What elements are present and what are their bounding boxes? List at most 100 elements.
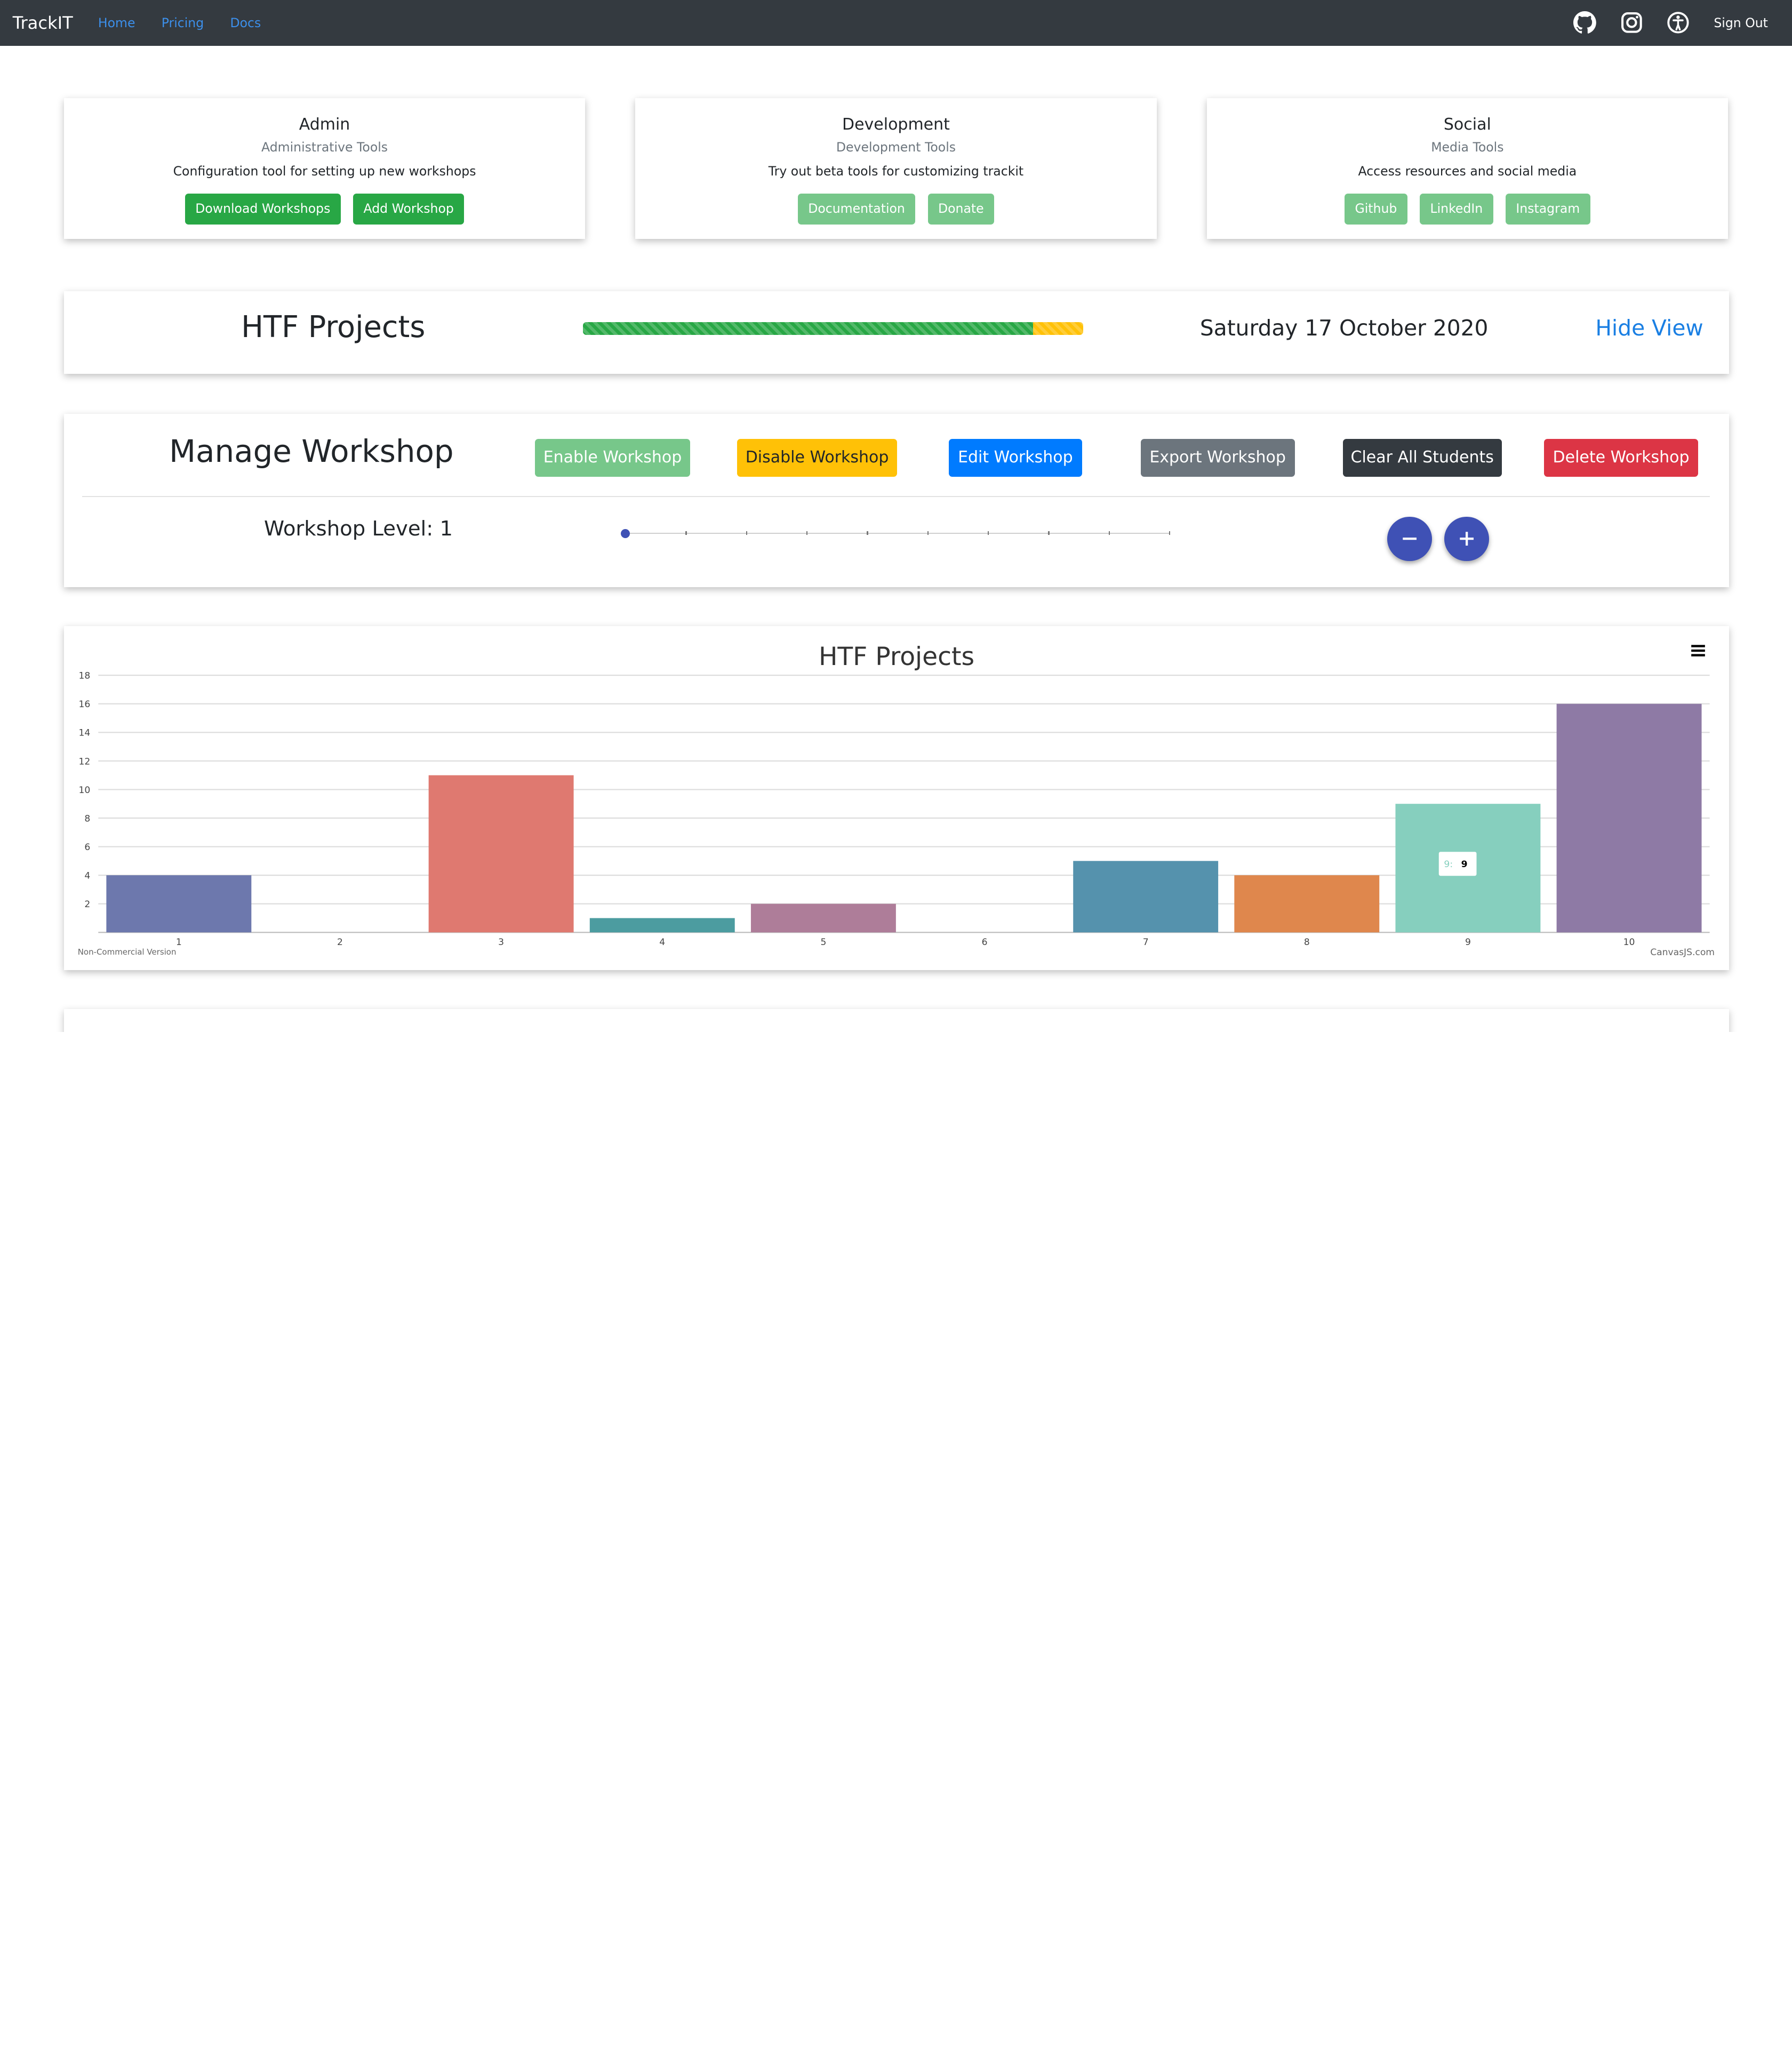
github-button[interactable]: Github <box>1345 194 1407 225</box>
documentation-button[interactable]: Documentation <box>797 194 916 225</box>
slider-tick <box>685 531 687 535</box>
development-card: Development Development Tools Try out be… <box>635 98 1157 239</box>
chart-title: HTF Projects <box>818 642 975 672</box>
y-tick-label: 18 <box>78 671 90 682</box>
slider-tick <box>806 531 808 535</box>
y-tick-label: 8 <box>84 814 90 825</box>
navbar: TrackIT Home Pricing Docs Sign Out <box>0 0 1792 46</box>
card-title: Social <box>1443 115 1491 134</box>
slider-tick <box>988 531 989 535</box>
add-workshop-button[interactable]: Add Workshop <box>353 194 465 225</box>
slider-tick <box>867 531 868 535</box>
instagram-button[interactable]: Instagram <box>1506 194 1590 225</box>
instagram-icon[interactable] <box>1620 11 1643 34</box>
manage-workshop-card: Manage Workshop Enable Workshop Disable … <box>63 413 1730 588</box>
chart-bar[interactable] <box>1073 861 1219 933</box>
card-button-row: Download Workshops Add Workshop <box>64 194 585 225</box>
chart-menu-icon[interactable] <box>1690 642 1706 658</box>
htf-projects-chart-card: 2 4 6 8 10 12 14 16 18 1 2 3 4 5 6 7 8 9 10 9: 9 HTF Project… <box>63 626 1730 971</box>
sign-out-link[interactable]: Sign Out <box>1714 15 1768 30</box>
chart-bar[interactable] <box>1556 703 1702 933</box>
y-tick-label: 2 <box>84 899 90 910</box>
workshop-level-slider[interactable] <box>625 532 1170 534</box>
card-subtitle: Development Tools <box>836 140 956 155</box>
credit-right[interactable]: CanvasJS.com <box>1650 947 1715 958</box>
enable-workshop-button[interactable]: Enable Workshop <box>534 438 691 477</box>
github-icon[interactable] <box>1573 11 1596 34</box>
x-tick-label: 5 <box>820 937 826 948</box>
card-button-row: Github LinkedIn Instagram <box>1207 194 1728 225</box>
workshop-progress-bar <box>582 322 1084 335</box>
card-button-row: Documentation Donate <box>635 194 1156 225</box>
current-date: Saturday 17 October 2020 <box>1199 315 1489 341</box>
tooltip-value: 9 <box>1461 859 1468 870</box>
divider <box>82 495 1710 498</box>
bar-chart: 246810121416181 2 3 4 5 6 7 8 9 109: 9 <box>78 671 1710 948</box>
decrease-level-button[interactable] <box>1387 516 1432 562</box>
x-tick-label: 7 <box>1143 937 1149 948</box>
card-subtitle: Media Tools <box>1431 140 1504 155</box>
card-description: Try out beta tools for customizing track… <box>768 164 1024 179</box>
card-title: Admin <box>299 115 350 134</box>
y-tick-label: 4 <box>84 871 90 882</box>
edit-workshop-button[interactable]: Edit Workshop <box>948 438 1083 477</box>
accessibility-icon[interactable] <box>1667 11 1690 34</box>
x-tick-label: 4 <box>659 937 665 948</box>
x-tick-label: 9 <box>1465 937 1471 948</box>
credit-left: Non-Commercial Version <box>77 947 177 957</box>
disable-workshop-button[interactable]: Disable Workshop <box>737 438 898 477</box>
navbar-right: Sign Out <box>1573 0 1792 46</box>
increase-level-button[interactable] <box>1444 516 1490 562</box>
hide-view-link[interactable]: Hide View <box>1595 315 1703 341</box>
card-title: Development <box>842 115 950 134</box>
slider-tick <box>927 531 929 535</box>
delete-workshop-button[interactable]: Delete Workshop <box>1543 438 1699 477</box>
slider-tick <box>1108 531 1110 535</box>
manage-workshop-title: Manage Workshop <box>169 433 454 470</box>
htf-projects-title: HTF Projects <box>241 309 426 345</box>
chart-bar[interactable] <box>428 775 574 933</box>
linkedin-button[interactable]: LinkedIn <box>1420 194 1493 225</box>
nav-link-pricing[interactable]: Pricing <box>162 15 204 30</box>
workshop-level-label: Workshop Level: 1 <box>263 516 453 541</box>
chart-bar[interactable] <box>589 918 735 933</box>
x-tick-label: 1 <box>176 937 182 948</box>
x-tick-label: 2 <box>337 937 343 948</box>
slider-tick <box>1169 531 1171 535</box>
y-tick-label: 16 <box>78 699 90 710</box>
progress-remainder <box>1033 322 1084 335</box>
nav-link-home[interactable]: Home <box>98 15 135 30</box>
chart-bar[interactable] <box>106 875 252 933</box>
y-tick-label: 10 <box>78 785 90 796</box>
clear-all-students-button[interactable]: Clear All Students <box>1342 438 1502 477</box>
y-tick-label: 14 <box>78 728 90 739</box>
slider-tick <box>1048 531 1050 535</box>
x-tick-label: 10 <box>1623 937 1635 948</box>
card-description: Configuration tool for setting up new wo… <box>173 164 476 179</box>
minus-icon <box>1403 538 1417 540</box>
slider-tick <box>746 531 747 535</box>
tooltip-label: 9: <box>1444 859 1453 870</box>
htf-projects-card: HTF Projects Saturday 17 October 2020 Hi… <box>63 291 1730 374</box>
card-subtitle: Administrative Tools <box>261 140 388 155</box>
nav-link-docs[interactable]: Docs <box>230 15 261 30</box>
next-card <box>63 1009 1730 1032</box>
donate-button[interactable]: Donate <box>927 194 994 225</box>
export-workshop-button[interactable]: Export Workshop <box>1140 438 1295 477</box>
x-tick-label: 6 <box>982 937 988 948</box>
card-description: Access resources and social media <box>1358 164 1577 179</box>
x-tick-label: 3 <box>498 937 504 948</box>
workshop-level-slider-thumb[interactable] <box>620 529 630 539</box>
admin-card: Admin Administrative Tools Configuration… <box>63 98 586 239</box>
progress-fill <box>582 322 1034 335</box>
chart-bar[interactable] <box>1234 875 1380 933</box>
social-card: Social Media Tools Access resources and … <box>1206 98 1728 239</box>
y-tick-label: 12 <box>78 757 90 767</box>
y-tick-label: 6 <box>84 842 90 853</box>
app-root: TrackIT Home Pricing Docs Sign Out Admin… <box>0 0 1792 1032</box>
download-workshops-button[interactable]: Download Workshops <box>185 194 341 225</box>
chart-bar[interactable] <box>750 903 896 933</box>
brand-logo[interactable]: TrackIT <box>13 13 73 33</box>
x-tick-label: 8 <box>1304 937 1310 948</box>
plus-icon <box>1460 532 1474 546</box>
